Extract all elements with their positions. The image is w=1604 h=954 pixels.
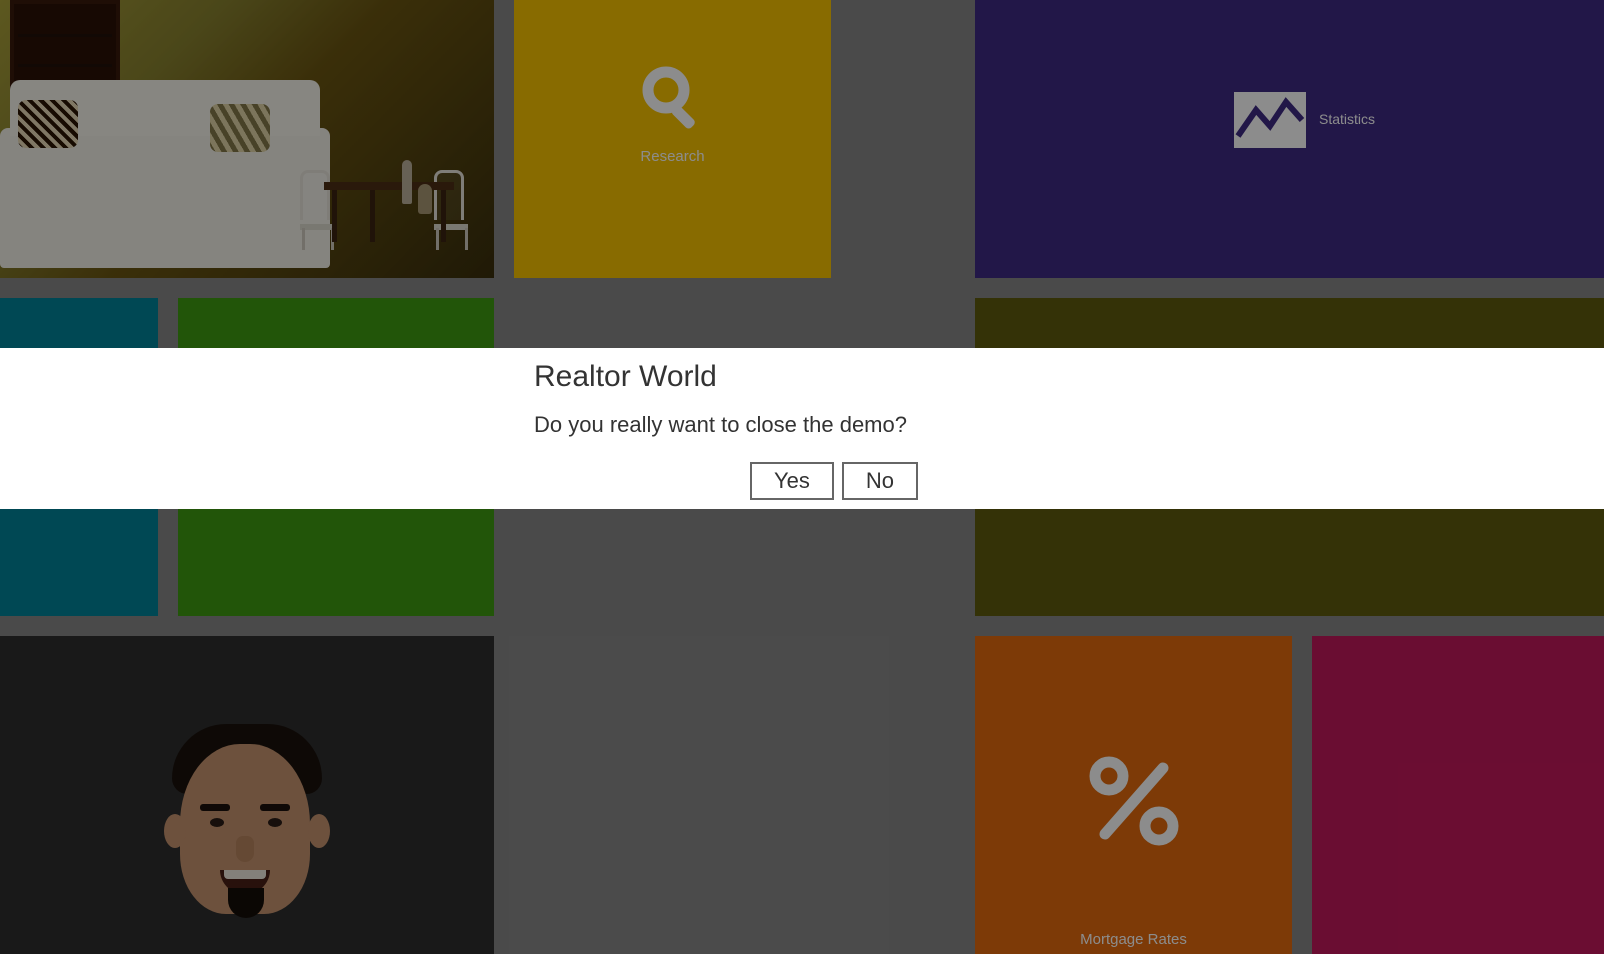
- app-stage: Research Statistics: [0, 0, 1604, 954]
- dialog-title: Realtor World: [534, 360, 1074, 394]
- yes-button[interactable]: Yes: [750, 462, 834, 500]
- dialog-message: Do you really want to close the demo?: [534, 412, 1074, 438]
- confirm-dialog: Realtor World Do you really want to clos…: [0, 348, 1604, 509]
- no-button[interactable]: No: [842, 462, 918, 500]
